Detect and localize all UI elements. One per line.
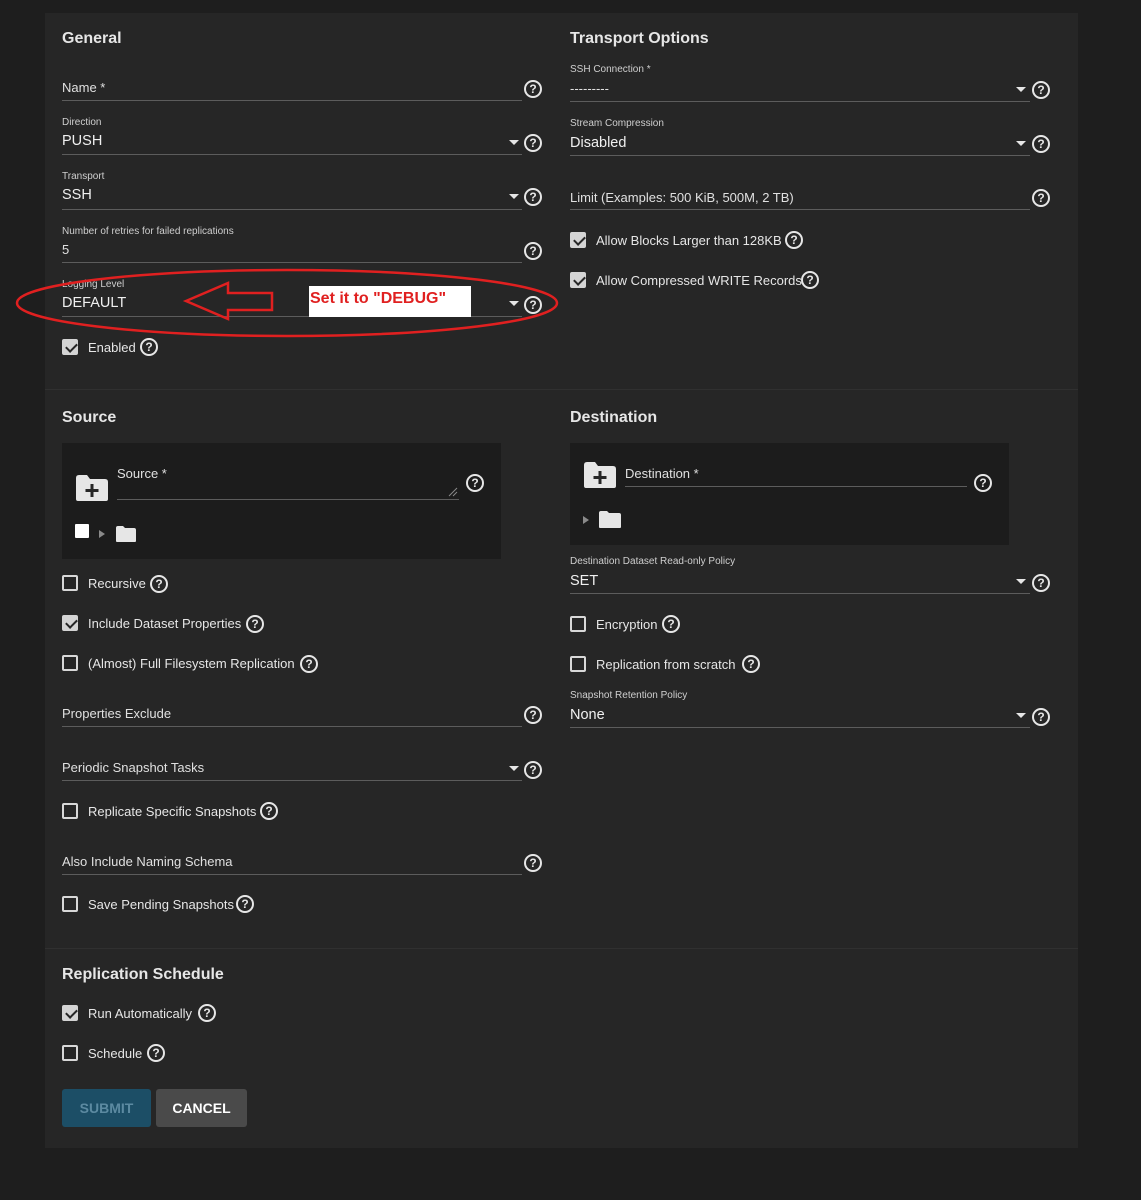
folder-add-icon[interactable] [583, 461, 617, 489]
annotation-text: Set it to "DEBUG" [310, 290, 447, 307]
save-pending-label: Save Pending Snapshots [88, 897, 234, 912]
readonly-policy-label: Destination Dataset Read-only Policy [570, 556, 736, 567]
allow-compressed-label: Allow Compressed WRITE Records [596, 273, 802, 288]
help-icon[interactable]: ? [140, 338, 158, 356]
help-icon[interactable]: ? [524, 854, 542, 872]
ssh-connection-underline [570, 101, 1030, 102]
stream-compression-underline [570, 155, 1030, 156]
periodic-snapshot-tasks-select[interactable]: Periodic Snapshot Tasks [62, 760, 204, 775]
full-filesystem-checkbox[interactable] [62, 655, 78, 671]
chevron-down-icon[interactable] [1016, 579, 1026, 584]
help-icon[interactable]: ? [524, 761, 542, 779]
allow-compressed-checkbox[interactable] [570, 272, 586, 288]
encryption-label: Encryption [596, 617, 658, 632]
replicate-specific-label: Replicate Specific Snapshots [88, 804, 257, 819]
submit-button[interactable]: SUBMIT [62, 1089, 151, 1127]
expand-arrow-icon[interactable] [99, 530, 105, 538]
help-icon[interactable]: ? [662, 615, 680, 633]
help-icon[interactable]: ? [466, 474, 484, 492]
help-icon[interactable]: ? [974, 474, 992, 492]
limit-input[interactable]: Limit (Examples: 500 KiB, 500M, 2 TB) [570, 190, 794, 205]
help-icon[interactable]: ? [260, 802, 278, 820]
chevron-down-icon[interactable] [1016, 87, 1026, 92]
periodic-snapshot-tasks-underline [62, 780, 522, 781]
help-icon[interactable]: ? [150, 575, 168, 593]
folder-icon [599, 511, 621, 528]
destination-explorer [570, 443, 1009, 545]
expand-arrow-icon[interactable] [583, 516, 589, 524]
chevron-down-icon[interactable] [509, 766, 519, 771]
help-icon[interactable]: ? [524, 706, 542, 724]
chevron-down-icon[interactable] [1016, 141, 1026, 146]
retention-policy-underline [570, 727, 1030, 728]
replication-schedule-title: Replication Schedule [62, 966, 224, 983]
include-dataset-properties-checkbox[interactable] [62, 615, 78, 631]
run-automatically-label: Run Automatically [88, 1006, 193, 1021]
help-icon[interactable]: ? [1032, 574, 1050, 592]
annotation-arrow [182, 281, 274, 321]
destination-section-title: Destination [570, 409, 658, 426]
encryption-checkbox[interactable] [570, 616, 586, 632]
readonly-policy-underline [570, 593, 1030, 594]
annotation-label-box: Set it to "DEBUG" [309, 286, 471, 317]
folder-icon [116, 526, 136, 542]
help-icon[interactable]: ? [147, 1044, 165, 1062]
schedule-checkbox[interactable] [62, 1045, 78, 1061]
help-icon[interactable]: ? [1032, 708, 1050, 726]
replication-from-scratch-label: Replication from scratch [596, 657, 736, 672]
properties-exclude-input[interactable]: Properties Exclude [62, 706, 171, 721]
replication-from-scratch-checkbox[interactable] [570, 656, 586, 672]
help-icon[interactable]: ? [742, 655, 760, 673]
help-icon[interactable]: ? [785, 231, 803, 249]
destination-input-label: Destination * [625, 466, 699, 481]
help-icon[interactable]: ? [1032, 81, 1050, 99]
help-icon[interactable]: ? [236, 895, 254, 913]
enabled-checkbox[interactable] [62, 339, 78, 355]
limit-underline [570, 209, 1030, 210]
save-pending-checkbox[interactable] [62, 896, 78, 912]
retention-policy-select[interactable]: None [570, 707, 605, 723]
source-section-title: Source [62, 409, 117, 426]
folder-add-icon[interactable] [75, 474, 109, 502]
run-automatically-checkbox[interactable] [62, 1005, 78, 1021]
resize-handle-icon[interactable] [448, 487, 458, 497]
cancel-button[interactable]: CANCEL [156, 1089, 247, 1127]
source-input[interactable] [117, 499, 459, 500]
schedule-label: Schedule [88, 1046, 143, 1061]
help-icon[interactable]: ? [198, 1004, 216, 1022]
properties-exclude-underline [62, 726, 522, 727]
replicate-specific-checkbox[interactable] [62, 803, 78, 819]
chevron-down-icon[interactable] [1016, 713, 1026, 718]
enabled-label: Enabled [88, 340, 136, 355]
recursive-checkbox[interactable] [62, 575, 78, 591]
include-dataset-properties-label: Include Dataset Properties [88, 616, 242, 631]
readonly-policy-select[interactable]: SET [570, 573, 598, 589]
transport-options-title: Transport Options [570, 30, 709, 47]
full-filesystem-label: (Almost) Full Filesystem Replication [88, 656, 295, 671]
help-icon[interactable]: ? [1032, 189, 1050, 207]
source-input-label: Source * [117, 466, 167, 481]
ssh-connection-label: SSH Connection * [570, 64, 651, 75]
allow-blocks-label: Allow Blocks Larger than 128KB [596, 233, 782, 248]
section-divider [45, 948, 1078, 949]
tree-node-checkbox[interactable] [75, 524, 89, 538]
naming-schema-input[interactable]: Also Include Naming Schema [62, 854, 233, 869]
naming-schema-underline [62, 874, 522, 875]
ssh-connection-select[interactable]: --------- [570, 81, 609, 96]
help-icon[interactable]: ? [801, 271, 819, 289]
annotation-ellipse [15, 268, 559, 338]
help-icon[interactable]: ? [300, 655, 318, 673]
stream-compression-label: Stream Compression [570, 118, 664, 129]
allow-blocks-checkbox[interactable] [570, 232, 586, 248]
retention-policy-label: Snapshot Retention Policy [570, 690, 688, 701]
stream-compression-select[interactable]: Disabled [570, 135, 626, 151]
destination-input[interactable] [625, 486, 967, 487]
help-icon[interactable]: ? [246, 615, 264, 633]
recursive-label: Recursive [88, 576, 146, 591]
help-icon[interactable]: ? [1032, 135, 1050, 153]
